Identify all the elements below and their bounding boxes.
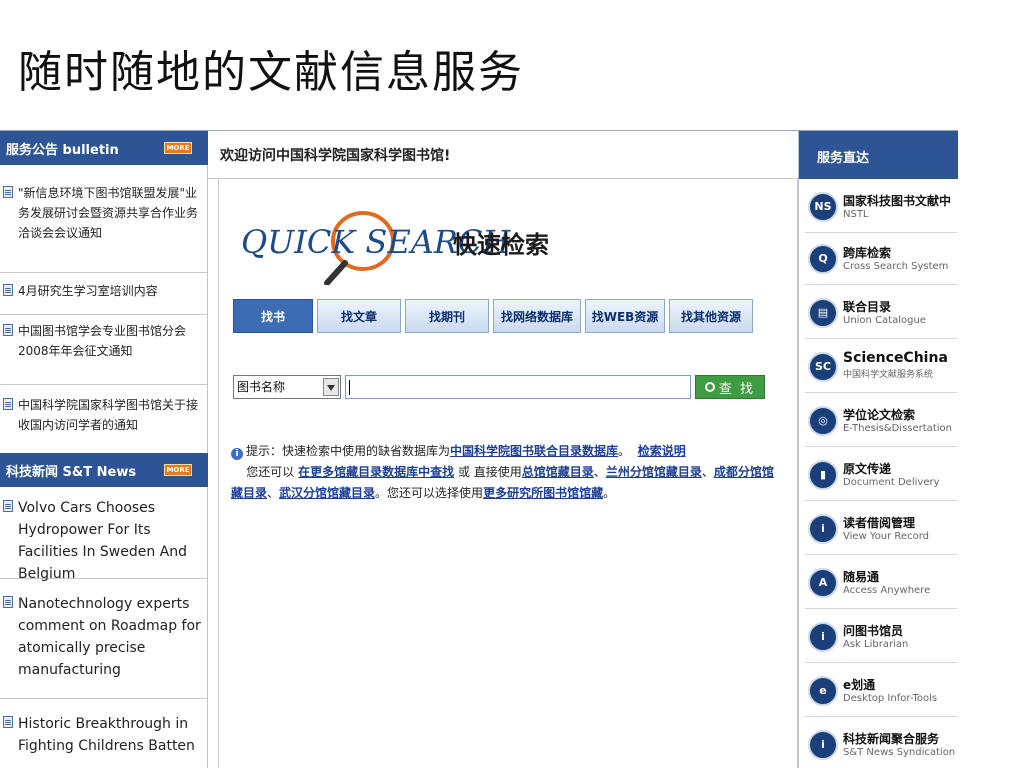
news-item[interactable]: Volvo Cars Chooses Hydropower For Its Fa… [0,493,208,582]
service-sciencechina[interactable]: SC ScienceChina 中国科学文献服务系统 [805,341,957,393]
search-field-select[interactable]: 图书名称 [233,375,341,399]
service-nstl[interactable]: NS 国家科技图书文献中 NSTL [805,181,957,233]
service-access-anywhere[interactable]: A 随易通 Access Anywhere [805,557,957,609]
more-catalogs-link[interactable]: 在更多馆藏目录数据库中查找 [298,465,454,479]
sciencechina-icon: SC [808,352,838,382]
bulletin-item[interactable]: "新信息环境下图书馆联盟发展"业务发展研讨会暨资源共享合作业务洽谈会会议通知 [0,179,208,273]
tab-find-books[interactable]: 找书 [233,299,313,333]
document-icon [3,716,13,728]
news-item[interactable]: Nanotechnology experts comment on Roadma… [0,589,208,699]
thesis-icon: ◎ [808,406,838,436]
services-sidebar: 服务直达 NS 国家科技图书文献中 NSTL Q 跨库检索 Cross Sear… [798,131,958,768]
chevron-down-icon [323,378,339,396]
document-icon [3,186,13,198]
left-sidebar: 服务公告 bulletin MORE "新信息环境下图书馆联盟发展"业务发展研讨… [0,131,208,768]
info-icon: i [231,448,243,460]
main-content: 欢迎访问中国科学院国家科学图书馆! QUICK SEARCH 快速检索 找书 找… [208,131,798,768]
search-form: 图书名称 查 找 [233,375,773,401]
news-title: 科技新闻 S&T News [6,464,137,480]
document-icon [3,596,13,608]
access-anywhere-icon: A [808,568,838,598]
service-ask-librarian[interactable]: i 问图书馆员 Ask Librarian [805,611,957,663]
tab-find-databases[interactable]: 找网络数据库 [493,299,581,333]
cross-search-icon: Q [808,244,838,274]
union-catalogue-icon: ▤ [808,298,838,328]
bulletin-title: 服务公告 bulletin [6,142,119,158]
news-more-button[interactable]: MORE [164,464,192,476]
bulletin-item[interactable]: 中国科学院国家科学图书馆关于接收国内访问学者的通知 [0,391,208,447]
news-syndication-icon: i [808,730,838,760]
institute-libraries-link[interactable]: 更多研究所图书馆馆藏 [483,486,603,500]
bulletin-item[interactable]: 中国图书馆学会专业图书馆分会2008年年会征文通知 [0,317,208,385]
news-header: 科技新闻 S&T News MORE [0,453,208,487]
tab-find-web[interactable]: 找WEB资源 [585,299,665,333]
wuhan-catalog-link[interactable]: 武汉分馆馆藏目录 [279,486,375,500]
search-icon [704,382,715,392]
search-input[interactable] [345,375,691,399]
welcome-banner: 欢迎访问中国科学院国家科学图书馆! [208,131,798,179]
bulletin-item[interactable]: 4月研究生学习室培训内容 [0,277,208,315]
document-icon [3,324,13,336]
logo-text-cn: 快速检索 [453,231,549,259]
tab-find-journals[interactable]: 找期刊 [405,299,489,333]
service-news-syndication[interactable]: i 科技新闻聚合服务 S&T News Syndication [805,719,957,768]
document-icon [3,500,13,512]
service-document-delivery[interactable]: ▮ 原文传递 Document Delivery [805,449,957,501]
ask-librarian-icon: i [808,622,838,652]
main-catalog-link[interactable]: 总馆馆藏目录 [522,465,594,479]
bulletin-more-button[interactable]: MORE [164,142,192,154]
news-item[interactable]: Historic Breakthrough in Fighting Childr… [0,709,208,768]
document-icon [3,398,13,410]
slide-title: 随时随地的文献信息服务 [18,47,524,98]
service-union-catalogue[interactable]: ▤ 联合目录 Union Catalogue [805,287,957,339]
tab-find-articles[interactable]: 找文章 [317,299,401,333]
document-icon [3,284,13,296]
search-help-link[interactable]: 检索说明 [638,444,686,458]
lanzhou-catalog-link[interactable]: 兰州分馆馆藏目录 [606,465,702,479]
service-thesis[interactable]: ◎ 学位论文检索 E-Thesis&Dissertation [805,395,957,447]
document-delivery-icon: ▮ [808,460,838,490]
default-db-link[interactable]: 中国科学院图书联合目录数据库 [450,444,618,458]
desktop-tools-icon: e [808,676,838,706]
services-header: 服务直达 [799,131,958,179]
reader-icon: i [808,514,838,544]
search-button[interactable]: 查 找 [695,375,765,399]
nstl-icon: NS [808,192,838,222]
tab-find-other[interactable]: 找其他资源 [669,299,753,333]
bulletin-header: 服务公告 bulletin MORE [0,131,208,165]
search-hint: i 提示：快速检索中使用的缺省数据库为中国科学院图书联合目录数据库。 检索说明 您… [231,444,774,500]
quick-search-panel: QUICK SEARCH 快速检索 找书 找文章 找期刊 找网络数据库 找WEB… [218,179,798,768]
quick-search-logo: QUICK SEARCH 快速检索 [241,205,561,285]
service-reader-record[interactable]: i 读者借阅管理 View Your Record [805,503,957,555]
service-cross-search[interactable]: Q 跨库检索 Cross Search System [805,233,957,285]
service-desktop-tools[interactable]: e e划通 Desktop Infor-Tools [805,665,957,717]
search-type-tabs: 找书 找文章 找期刊 找网络数据库 找WEB资源 找其他资源 [233,299,773,335]
library-portal-screenshot: 服务公告 bulletin MORE "新信息环境下图书馆联盟发展"业务发展研讨… [0,130,958,768]
